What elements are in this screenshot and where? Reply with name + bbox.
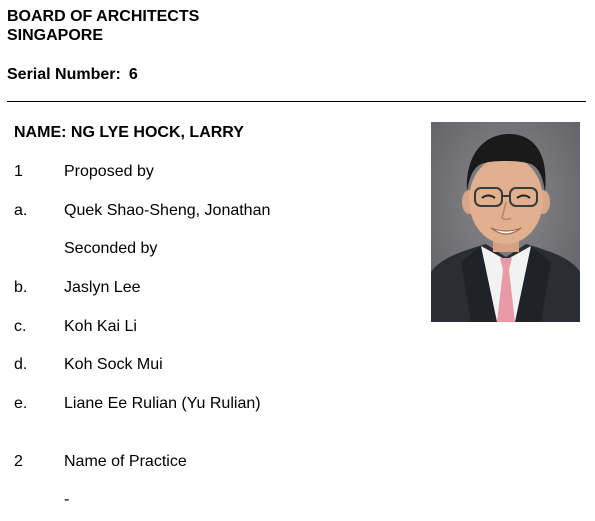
seconder-name: Liane Ee Rulian (Yu Rulian) <box>64 395 261 412</box>
portrait-photo <box>431 122 580 322</box>
section-title: Proposed by <box>64 163 154 180</box>
divider-line <box>7 101 586 102</box>
list-letter: a. <box>14 202 28 219</box>
section-title: Name of Practice <box>64 453 187 470</box>
serial-label: Serial Number: <box>7 66 121 83</box>
section-number: 2 <box>14 453 23 470</box>
section-number: 1 <box>14 163 23 180</box>
seconded-label: Seconded by <box>64 240 158 257</box>
nominee-name: NAME: NG LYE HOCK, LARRY <box>14 124 244 141</box>
list-letter: d. <box>14 356 28 373</box>
seconder-name: Koh Sock Mui <box>64 356 163 373</box>
serial-number: Serial Number: 6 <box>7 65 138 84</box>
practice-value: - <box>64 491 70 508</box>
proposer-name: Quek Shao-Sheng, Jonathan <box>64 202 271 219</box>
serial-value: 6 <box>128 66 138 83</box>
list-letter: e. <box>14 395 28 412</box>
seconder-name: Koh Kai Li <box>64 318 137 335</box>
list-letter: b. <box>14 279 28 296</box>
seconder-name: Jaslyn Lee <box>64 279 141 296</box>
org-name-line2: SINGAPORE <box>7 27 104 44</box>
list-letter: c. <box>14 318 27 335</box>
org-name-line1: BOARD OF ARCHITECTS <box>7 8 200 25</box>
